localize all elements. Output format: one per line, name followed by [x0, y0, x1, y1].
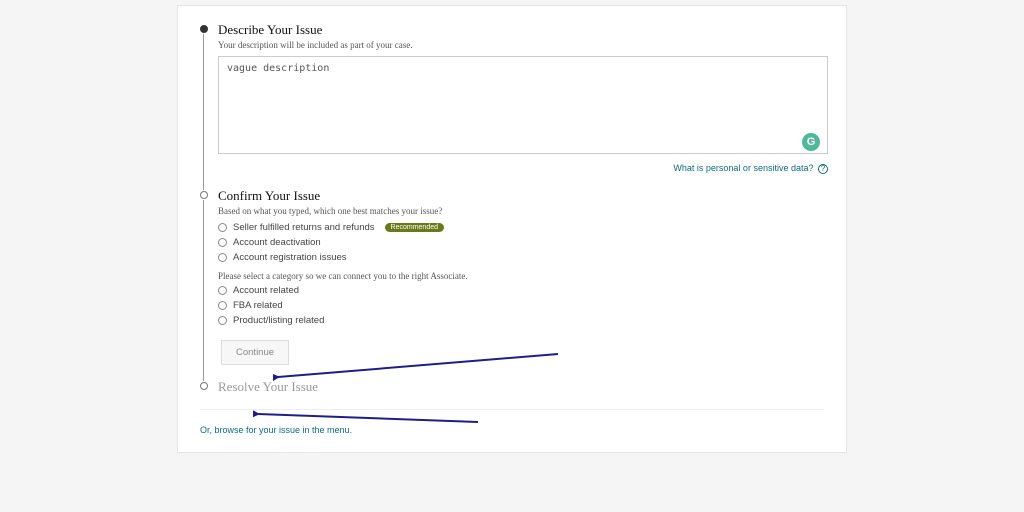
radio-icon[interactable] — [218, 238, 227, 247]
sensitive-row: What is personal or sensitive data? ? — [218, 163, 828, 174]
category-label: Account related — [233, 285, 299, 296]
suggestion-label: Account registration issues — [233, 252, 347, 263]
step-confirm: Confirm Your Issue Based on what you typ… — [200, 188, 824, 379]
radio-icon[interactable] — [218, 253, 227, 262]
step-resolve: Resolve Your Issue — [200, 379, 824, 395]
step-subtitle: Your description will be included as par… — [218, 40, 824, 50]
step-title: Resolve Your Issue — [218, 379, 824, 395]
footer: Or, browse for your issue in the menu. — [200, 409, 824, 438]
radio-icon[interactable] — [218, 301, 227, 310]
info-icon[interactable]: ? — [818, 164, 828, 174]
timeline: Describe Your Issue Your description wil… — [200, 22, 824, 395]
grammarly-icon[interactable]: G — [802, 133, 820, 151]
step-bullet-open-icon — [200, 191, 208, 199]
step-bullet-filled-icon — [200, 25, 208, 33]
category-label: FBA related — [233, 300, 283, 311]
step-describe: Describe Your Issue Your description wil… — [200, 22, 824, 188]
radio-icon[interactable] — [218, 286, 227, 295]
step-bullet-open-icon — [200, 382, 208, 390]
category-label: Product/listing related — [233, 315, 324, 326]
radio-icon[interactable] — [218, 316, 227, 325]
category-row[interactable]: Account related — [218, 285, 824, 296]
suggestion-label: Account deactivation — [233, 237, 321, 248]
step-title: Confirm Your Issue — [218, 188, 824, 204]
recommended-badge: Recommended — [385, 223, 444, 232]
description-textarea[interactable] — [218, 56, 828, 154]
textarea-wrap: G — [218, 56, 828, 159]
continue-button[interactable]: Continue — [221, 340, 289, 365]
step-title: Describe Your Issue — [218, 22, 824, 38]
suggestion-row[interactable]: Seller fulfilled returns and refunds Rec… — [218, 222, 824, 233]
radio-icon[interactable] — [218, 223, 227, 232]
browse-menu-link[interactable]: Or, browse for your issue in the menu. — [200, 425, 352, 435]
step-subtitle: Based on what you typed, which one best … — [218, 206, 824, 216]
suggestion-row[interactable]: Account deactivation — [218, 237, 824, 248]
case-panel: Describe Your Issue Your description wil… — [177, 5, 847, 453]
category-prompt: Please select a category so we can conne… — [218, 271, 824, 281]
suggestion-row[interactable]: Account registration issues — [218, 252, 824, 263]
category-row[interactable]: Product/listing related — [218, 315, 824, 326]
suggestion-label: Seller fulfilled returns and refunds — [233, 222, 375, 233]
category-row[interactable]: FBA related — [218, 300, 824, 311]
sensitive-data-link[interactable]: What is personal or sensitive data? — [673, 163, 813, 173]
